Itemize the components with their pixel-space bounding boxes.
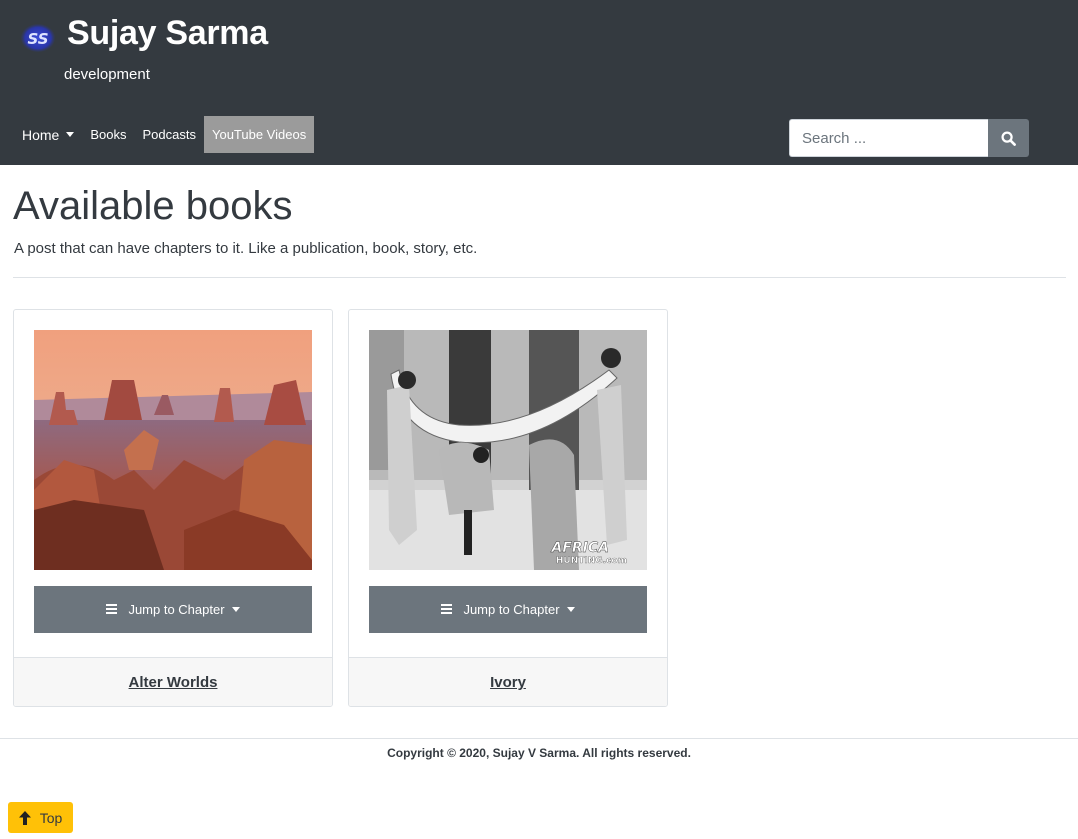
back-to-top-button[interactable]: Top bbox=[8, 802, 73, 833]
book-title-link[interactable]: Alter Worlds bbox=[129, 674, 218, 691]
search-icon bbox=[1001, 130, 1016, 146]
nav-item-books[interactable]: Books bbox=[82, 116, 134, 153]
back-to-top-label: Top bbox=[39, 809, 63, 826]
nav-item-home[interactable]: Home bbox=[14, 116, 82, 153]
divider bbox=[13, 277, 1066, 278]
svg-text:AFRICA: AFRICA bbox=[551, 540, 610, 556]
book-title-link[interactable]: Ivory bbox=[490, 674, 526, 691]
book-card: Jump to Chapter Alter Worlds bbox=[13, 309, 333, 707]
site-header: SS Sujay Sarma development Home Books Po… bbox=[0, 0, 1078, 165]
site-description: development bbox=[64, 66, 150, 83]
jump-to-chapter-label: Jump to Chapter bbox=[128, 602, 225, 617]
caret-down-icon bbox=[231, 607, 240, 612]
jump-to-chapter-button[interactable]: Jump to Chapter bbox=[369, 586, 647, 633]
arrow-up-icon bbox=[18, 810, 31, 825]
search-button[interactable] bbox=[988, 119, 1029, 157]
nav-item-label: Podcasts bbox=[142, 127, 196, 142]
bars-icon bbox=[106, 602, 118, 616]
page-title: Available books bbox=[13, 184, 293, 228]
book-cover-image[interactable] bbox=[34, 330, 312, 570]
caret-down-icon bbox=[566, 607, 575, 612]
card-footer: Alter Worlds bbox=[14, 657, 332, 706]
book-cover-image[interactable]: AFRICA HUNTING.com bbox=[369, 330, 647, 570]
nav-item-label: Home bbox=[22, 126, 60, 143]
jump-to-chapter-label: Jump to Chapter bbox=[463, 602, 560, 617]
card-footer: Ivory bbox=[349, 657, 667, 706]
bars-icon bbox=[441, 602, 453, 616]
nav-item-label: YouTube Videos bbox=[211, 127, 307, 142]
copyright-text: Copyright © 2020, Sujay V Sarma. All rig… bbox=[387, 746, 691, 760]
svg-text:HUNTING.com: HUNTING.com bbox=[556, 556, 627, 566]
svg-text:SS: SS bbox=[27, 30, 48, 48]
page-description: A post that can have chapters to it. Lik… bbox=[14, 240, 478, 257]
jump-to-chapter-button[interactable]: Jump to Chapter bbox=[34, 586, 312, 633]
footer-divider bbox=[0, 738, 1078, 739]
search-input[interactable] bbox=[789, 119, 988, 157]
site-title[interactable]: Sujay Sarma bbox=[67, 14, 268, 53]
caret-down-icon bbox=[66, 132, 75, 137]
nav-item-podcasts[interactable]: Podcasts bbox=[135, 116, 204, 153]
nav-item-youtube-videos[interactable]: YouTube Videos bbox=[203, 116, 315, 153]
book-card: AFRICA HUNTING.com Jump to Chapter Ivory bbox=[348, 309, 668, 707]
ss-logo-icon[interactable]: SS bbox=[20, 22, 56, 54]
main-nav: Home Books Podcasts YouTube Videos bbox=[14, 116, 315, 153]
search-form bbox=[789, 119, 1029, 157]
nav-item-label: Books bbox=[90, 127, 127, 142]
